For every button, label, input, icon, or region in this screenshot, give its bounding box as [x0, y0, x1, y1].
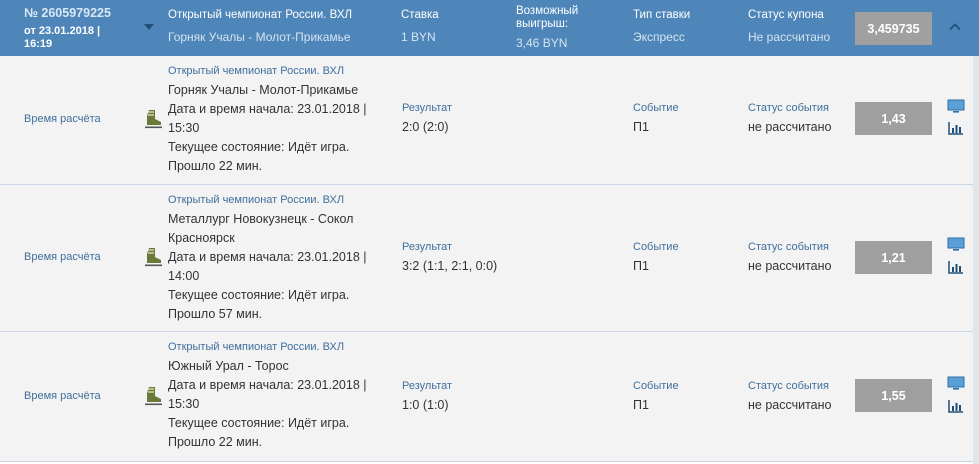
coupon-event: Открытый чемпионат России. ВХЛ Горняк Уч…: [168, 9, 352, 44]
event-outcome: Событие П1: [633, 102, 679, 134]
win-value: 3,46 BYN: [516, 36, 568, 50]
total-coefficient: 3,459735: [855, 12, 932, 45]
result-value: 2:0 (2:0): [402, 120, 449, 134]
outcome-label: Событие: [633, 380, 679, 392]
coupon-status-value: Не рассчитано: [748, 30, 831, 44]
event-info: Открытый чемпионат России. ВХЛ Южный Ура…: [168, 341, 388, 452]
outcome-value: П1: [633, 398, 649, 412]
event-line: Текущее состояние: Идёт игра.: [168, 288, 350, 302]
event-status: Статус события не рассчитано: [748, 380, 831, 412]
calc-time-label: Время расчёта: [24, 113, 101, 125]
chevron-up-icon[interactable]: [949, 21, 961, 33]
coupon-type: Тип ставки Экспресс: [633, 9, 690, 44]
event-info: Открытый чемпионат России. ВХЛ Металлург…: [168, 194, 388, 324]
event-line: 15:30: [168, 121, 200, 135]
event-status-value: не рассчитано: [748, 120, 832, 134]
event-line: Красноярск: [168, 231, 235, 245]
coupon-match: Горняк Учалы - Молот-Прикамье: [168, 30, 351, 44]
event-line: 14:00: [168, 269, 200, 283]
type-value: Экспресс: [633, 30, 685, 44]
scrollbar-track[interactable]: [973, 56, 979, 464]
event-result: Результат 1:0 (1:0): [402, 380, 452, 412]
event-line: Прошло 22 мин.: [168, 435, 263, 449]
event-outcome: Событие П1: [633, 241, 679, 273]
event-status-label: Статус события: [748, 102, 829, 114]
event-coefficient: 1,21: [855, 241, 932, 274]
result-label: Результат: [402, 241, 453, 253]
event-row: Время расчёта Открытый чемпионат России.…: [0, 185, 979, 332]
stake-label: Ставка: [401, 9, 439, 21]
type-label: Тип ставки: [633, 9, 691, 21]
hockey-skate-icon: [145, 110, 162, 129]
event-row: Время расчёта Открытый чемпионат России.…: [0, 56, 979, 185]
statistics-icon[interactable]: [948, 261, 964, 274]
event-status-label: Статус события: [748, 241, 829, 253]
coupon-status-label: Статус купона: [748, 9, 824, 21]
tv-broadcast-icon[interactable]: [947, 237, 965, 251]
event-result: Результат 2:0 (2:0): [402, 102, 452, 134]
event-result: Результат 3:2 (1:1, 2:1, 0:0): [402, 241, 497, 273]
event-championship: Открытый чемпионат России. ВХЛ: [168, 194, 345, 206]
coupon-date: от 23.01.2018 | 16:19: [24, 25, 101, 50]
result-value: 1:0 (1:0): [402, 398, 449, 412]
event-line: Текущее состояние: Идёт игра.: [168, 140, 350, 154]
event-line: Металлург Новокузнецк - Сокол: [168, 212, 354, 226]
outcome-label: Событие: [633, 241, 679, 253]
event-line: Дата и время начала: 23.01.2018 |: [168, 378, 367, 392]
event-row: Время расчёта Открытый чемпионат России.…: [0, 332, 979, 462]
outcome-value: П1: [633, 259, 649, 273]
event-info: Открытый чемпионат России. ВХЛ Горняк Уч…: [168, 65, 388, 176]
statistics-icon[interactable]: [948, 400, 964, 413]
calc-time-label: Время расчёта: [24, 251, 101, 263]
coupon-championship: Открытый чемпионат России. ВХЛ: [168, 9, 353, 21]
event-line: Дата и время начала: 23.01.2018 |: [168, 102, 367, 116]
event-line: Горняк Учалы - Молот-Прикамье: [168, 83, 359, 97]
event-line: 15:30: [168, 397, 200, 411]
caret-down-icon[interactable]: [144, 24, 154, 30]
outcome-label: Событие: [633, 102, 679, 114]
win-label: Возможный выигрыш:: [516, 5, 579, 30]
hockey-skate-icon: [145, 248, 162, 267]
result-label: Результат: [402, 102, 453, 114]
event-coefficient: 1,55: [855, 379, 932, 412]
result-label: Результат: [402, 380, 453, 392]
event-status-value: не рассчитано: [748, 398, 832, 412]
stake-value: 1 BYN: [401, 30, 436, 44]
coupon-win: Возможный выигрыш: 3,46 BYN: [516, 5, 606, 50]
event-line: Южный Урал - Торос: [168, 359, 289, 373]
outcome-value: П1: [633, 120, 649, 134]
coupon-status: Статус купона Не рассчитано: [748, 9, 830, 44]
event-line: Прошло 57 мин.: [168, 307, 263, 321]
statistics-icon[interactable]: [948, 122, 964, 135]
event-line: Дата и время начала: 23.01.2018 |: [168, 250, 367, 264]
coupon-header[interactable]: № 2605979225 от 23.01.2018 | 16:19 Откры…: [0, 0, 979, 56]
event-status: Статус события не рассчитано: [748, 241, 831, 273]
hockey-skate-icon: [145, 387, 162, 406]
event-status-label: Статус события: [748, 380, 829, 392]
event-status: Статус события не рассчитано: [748, 102, 831, 134]
event-status-value: не рассчитано: [748, 259, 832, 273]
event-line: Текущее состояние: Идёт игра.: [168, 416, 350, 430]
tv-broadcast-icon[interactable]: [947, 376, 965, 390]
result-value: 3:2 (1:1, 2:1, 0:0): [402, 259, 498, 273]
coupon-number: № 2605979225: [24, 6, 111, 20]
event-championship: Открытый чемпионат России. ВХЛ: [168, 341, 345, 353]
event-outcome: Событие П1: [633, 380, 679, 412]
event-championship: Открытый чемпионат России. ВХЛ: [168, 65, 345, 77]
coupon-stake: Ставка 1 BYN: [401, 9, 439, 44]
event-coefficient: 1,43: [855, 102, 932, 135]
calc-time-label: Время расчёта: [24, 390, 101, 402]
tv-broadcast-icon[interactable]: [947, 99, 965, 113]
event-line: Прошло 22 мин.: [168, 159, 263, 173]
